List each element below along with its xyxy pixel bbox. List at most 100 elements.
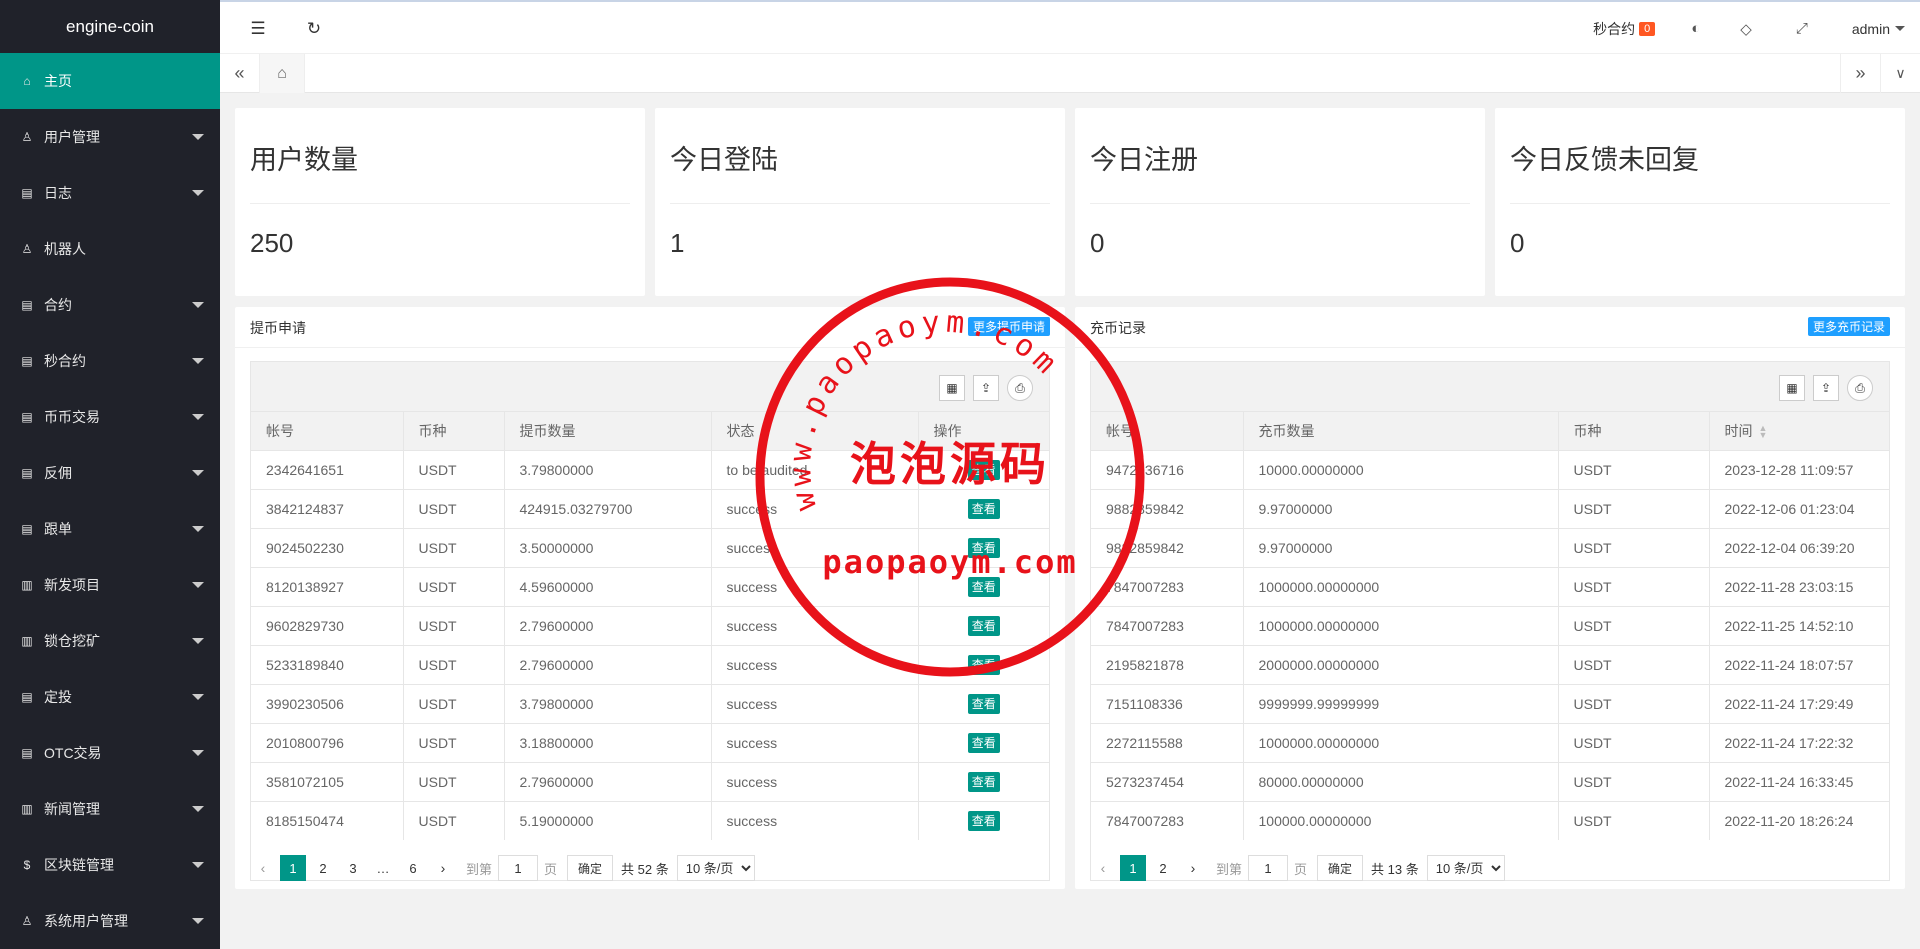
table-cell: 5273237454 (1091, 762, 1244, 802)
table-cell: USDT (403, 684, 505, 724)
table-cell: 3842124837 (251, 489, 404, 529)
theme-icon[interactable]: ◐ (1673, 2, 1718, 55)
tag-icon[interactable]: ◇ (1718, 2, 1774, 55)
table-cell: 2000000.00000000 (1243, 645, 1559, 685)
page-number[interactable]: 1 (280, 855, 306, 881)
goto-label: 到第 (466, 861, 493, 877)
sidebar-item[interactable]: ⌂ 主页 (0, 53, 220, 109)
sidebar-item[interactable]: ♙ 系统用户管理 (0, 893, 220, 949)
page-number[interactable]: 1 (1120, 855, 1146, 881)
sidebar-item-label: 区块链管理 (44, 857, 114, 873)
table-cell: 2022-11-25 14:52:10 (1709, 606, 1889, 646)
table-cell: USDT (1558, 723, 1710, 763)
sidebar-item-label: 秒合约 (44, 353, 86, 369)
print-icon[interactable]: ⎙ (1847, 375, 1873, 401)
table-cell: USDT (403, 567, 505, 607)
export-icon[interactable]: ⇪ (1813, 375, 1839, 401)
recharge-grid: ▦ ⇪ ⎙ 帐号 充币数量 币种 时间 ▲ ▼ 9472936716 10000.00000… (1090, 361, 1890, 881)
prev-page-icon[interactable]: ‹ (250, 855, 276, 881)
sidebar-item[interactable]: ♙ 用户管理 (0, 109, 220, 165)
doc-icon: ▤ (21, 298, 33, 312)
sidebar-item[interactable]: ▤ 跟单 (0, 501, 220, 557)
table-row: 5233189840 USDT 2.79600000 success 查看 (251, 645, 1049, 685)
next-page-icon[interactable]: › (1180, 855, 1206, 881)
sort-icon[interactable]: ▲ ▼ (1759, 424, 1768, 440)
menu-toggle-icon[interactable]: ☰ (247, 18, 269, 40)
table-cell: USDT (1558, 684, 1710, 724)
tabs-menu-chevron-icon[interactable]: ∨ (1880, 54, 1920, 93)
view-button[interactable]: 查看 (967, 498, 1000, 519)
table-cell: success (711, 684, 919, 724)
page-size-select[interactable]: 10 条/页 (676, 855, 755, 881)
view-button[interactable]: 查看 (967, 615, 1000, 636)
sidebar-item[interactable]: ▥ 锁仓挖矿 (0, 613, 220, 669)
sidebar-item[interactable]: ▤ 币币交易 (0, 389, 220, 445)
tabs-scroll-right-icon[interactable]: » (1840, 54, 1880, 93)
page-number[interactable]: 6 (400, 855, 426, 881)
prev-page-icon[interactable]: ‹ (1090, 855, 1116, 881)
action-cell: 查看 (918, 723, 1049, 763)
view-button[interactable]: 查看 (967, 732, 1000, 753)
sidebar-item[interactable]: ▤ OTC交易 (0, 725, 220, 781)
column-header: 状态 (711, 412, 919, 451)
goto-confirm-button[interactable]: 确定 (567, 855, 614, 881)
table-cell: 2022-11-24 16:33:45 (1709, 762, 1889, 802)
column-header[interactable]: 时间 ▲ ▼ (1709, 412, 1889, 451)
table-cell: 2022-11-20 18:26:24 (1724, 812, 1854, 829)
table-cell: 9882859842 (1091, 528, 1244, 568)
goto-page-input[interactable] (498, 855, 539, 881)
tab-home-icon[interactable]: ⌂ (260, 54, 305, 93)
stat-value: 250 (250, 228, 294, 258)
page-number[interactable]: 3 (340, 855, 366, 881)
view-button[interactable]: 查看 (967, 459, 1000, 480)
sidebar-item[interactable]: ▤ 反佣 (0, 445, 220, 501)
more-withdraw-button[interactable]: 更多提币申请 (967, 317, 1050, 336)
view-button[interactable]: 查看 (967, 810, 1000, 831)
table-cell: 3.18800000 (504, 723, 712, 763)
sidebar-item[interactable]: ▤ 合约 (0, 277, 220, 333)
sidebar-item[interactable]: ▤ 定投 (0, 669, 220, 725)
table-row: 9024502230 USDT 3.50000000 success 查看 (251, 528, 1049, 568)
caret-down-icon (192, 694, 204, 700)
table-cell: 9882859842 (1091, 489, 1244, 529)
sidebar-item[interactable]: $ 区块链管理 (0, 837, 220, 893)
refresh-icon[interactable]: ↻ (303, 18, 325, 40)
table-row: 2342641651 USDT 3.79800000 to be audited 查看 (251, 450, 1049, 490)
sidebar-item[interactable]: ♙ 机器人 (0, 221, 220, 277)
page-size-select[interactable]: 10 条/页 (1426, 855, 1505, 881)
app-logo: engine-coin (66, 17, 154, 36)
page-number[interactable]: 2 (310, 855, 336, 881)
doc-icon: ▤ (21, 186, 33, 200)
sidebar-item-label: 系统用户管理 (44, 913, 128, 929)
page-label: 页 (544, 861, 558, 877)
next-page-icon[interactable]: › (430, 855, 456, 881)
sidebar-item[interactable]: ▥ 新发项目 (0, 557, 220, 613)
page-number[interactable]: 2 (1150, 855, 1176, 881)
columns-icon[interactable]: ▦ (939, 375, 965, 401)
more-recharge-button[interactable]: 更多充币记录 (1807, 317, 1890, 336)
fullscreen-icon[interactable]: ⤢ (1774, 2, 1830, 55)
table-cell: 9.97000000 (1243, 528, 1559, 568)
view-button[interactable]: 查看 (967, 693, 1000, 714)
second-contract-notice[interactable]: 秒合约 0 (1575, 2, 1673, 55)
view-button[interactable]: 查看 (967, 654, 1000, 675)
table-cell: USDT (1558, 645, 1710, 685)
table-cell: 2.79600000 (504, 606, 712, 646)
print-icon[interactable]: ⎙ (1007, 375, 1033, 401)
goto-page-input[interactable] (1248, 855, 1289, 881)
sidebar-item[interactable]: ▤ 日志 (0, 165, 220, 221)
sidebar-item[interactable]: ▥ 新闻管理 (0, 781, 220, 837)
view-button[interactable]: 查看 (967, 537, 1000, 558)
tabs-scroll-left-icon[interactable]: « (220, 54, 260, 93)
goto-confirm-button[interactable]: 确定 (1317, 855, 1364, 881)
column-header-label: 充币数量 (1258, 422, 1315, 439)
sidebar-item[interactable]: ▤ 秒合约 (0, 333, 220, 389)
user-menu[interactable]: admin (1830, 2, 1920, 55)
columns-icon[interactable]: ▦ (1779, 375, 1805, 401)
view-button[interactable]: 查看 (967, 576, 1000, 597)
view-button[interactable]: 查看 (967, 771, 1000, 792)
table-cell: 10000.00000000 (1243, 450, 1559, 490)
stat-title: 今日反馈未回复 (1510, 145, 1699, 175)
page-ellipsis: … (376, 860, 390, 876)
export-icon[interactable]: ⇪ (973, 375, 999, 401)
